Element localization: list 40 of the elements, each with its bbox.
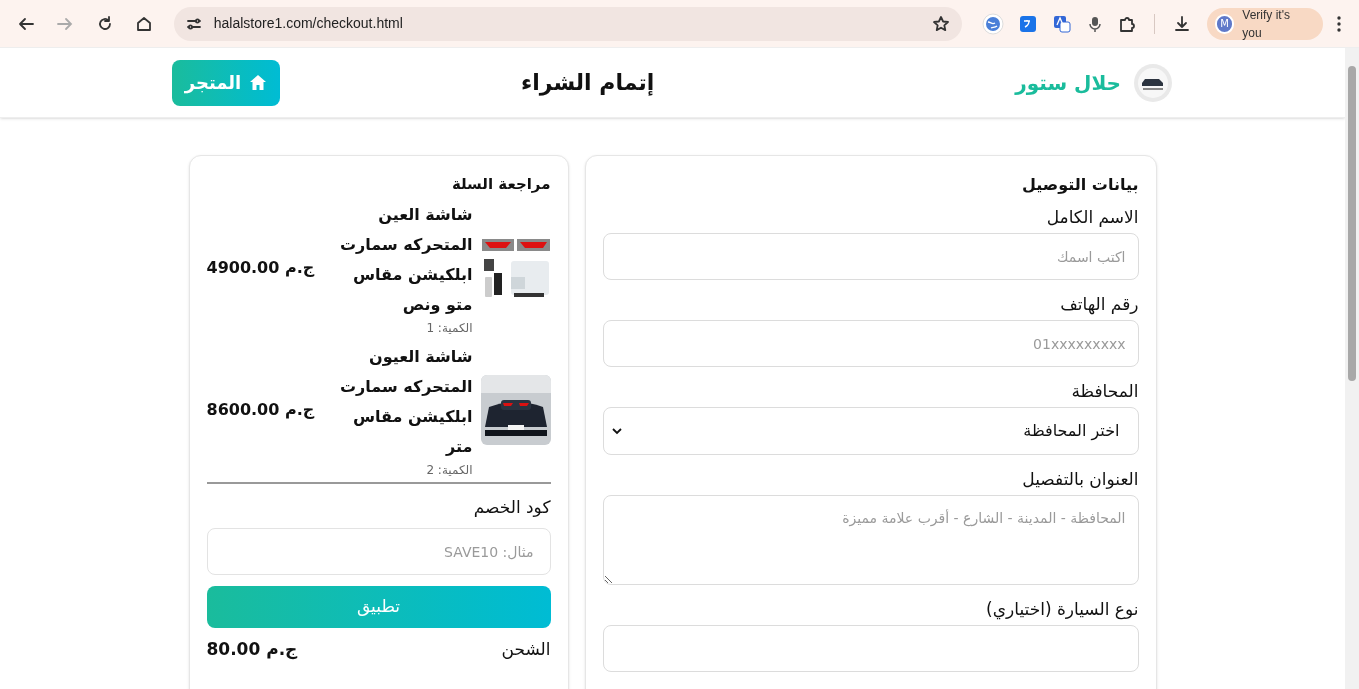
avatar-initial: M	[1214, 13, 1235, 34]
field-label: نوع السيارة (اختياري)	[985, 598, 1139, 620]
section-title: بيانات التوصيل	[1020, 174, 1139, 196]
field-label: رقم الهاتف	[1059, 293, 1139, 315]
chevron-down-icon	[611, 427, 622, 435]
puzzle-icon[interactable]	[1117, 14, 1136, 33]
download-icon[interactable]	[1172, 14, 1191, 33]
logo-icon[interactable]	[1133, 62, 1173, 103]
translate-icon[interactable]	[1017, 13, 1038, 34]
profile-label: Verify it's you	[1242, 6, 1291, 42]
quantity-text: الكمية: 2	[425, 462, 473, 478]
scrollbar[interactable]	[1345, 48, 1359, 689]
price-text: 4900.00 ج.م	[206, 257, 315, 279]
product-name: شاشة العين المتحركه سمارت ابلكيشن مقاس متو ونص	[338, 204, 473, 316]
section-title: مراجعة السلة	[450, 174, 551, 194]
translate-icon[interactable]	[1051, 13, 1072, 34]
input-field[interactable]: مثال: SAVE10	[206, 528, 551, 575]
input-field[interactable]	[602, 625, 1139, 672]
field-label: العنوان بالتفصيل	[1021, 468, 1139, 490]
star-icon[interactable]	[931, 14, 950, 33]
summary-label: الشحن	[501, 638, 551, 660]
product-name: شاشة العيون المتحركه سمارت ابلكيشن مقاس متر	[338, 346, 473, 458]
input-field[interactable]: اكتب اسمك	[602, 233, 1139, 280]
home-icon	[249, 73, 268, 92]
page-title: إتمام الشراء	[520, 69, 655, 98]
select-field[interactable]: اختر المحافظة	[602, 407, 1139, 455]
summary-value: 80.00 ج.م	[206, 638, 298, 660]
menu-icon[interactable]	[1336, 14, 1343, 33]
field-label: كود الخصم	[472, 496, 551, 518]
field-label: الاسم الكامل	[1045, 206, 1139, 228]
price-text: 8600.00 ج.م	[206, 399, 315, 421]
home-icon[interactable]	[135, 14, 154, 33]
profile-button[interactable]: M Verify it's you	[1206, 7, 1324, 40]
address-bar[interactable]: halalstore1.com/checkout.html	[173, 6, 962, 41]
input-field[interactable]: 01xxxxxxxxx	[602, 320, 1139, 367]
globe-icon[interactable]	[981, 12, 1004, 35]
quantity-text: الكمية: 1	[425, 320, 473, 336]
url-text: halalstore1.com/checkout.html	[213, 14, 404, 33]
field-label: المحافظة	[1070, 380, 1139, 402]
textarea-field[interactable]: المحافظة - المدينة - الشارع - أقرب علامة مميزة	[602, 495, 1139, 585]
